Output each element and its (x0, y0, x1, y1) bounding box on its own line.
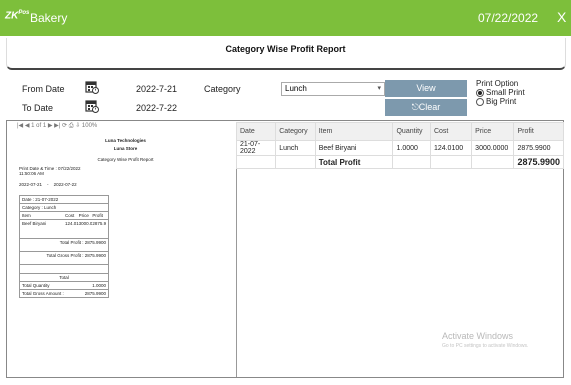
export-icon[interactable]: ⇩ (75, 123, 80, 129)
doc-date-line: Date : 21-07-2022 (20, 196, 108, 204)
to-date-label: To Date (22, 103, 54, 113)
from-calendar-icon[interactable] (85, 80, 99, 94)
page-input[interactable]: 1 (31, 123, 34, 129)
to-date-value[interactable]: 2022-7-22 (136, 103, 177, 113)
col-item[interactable]: Item (314, 122, 394, 141)
title-bar: ZKPos Bakery 07/22/2022 X (0, 0, 571, 36)
view-button[interactable]: View (385, 80, 467, 97)
doc-store: Luna Store (113, 146, 138, 151)
from-date-label: From Date (22, 84, 65, 94)
clear-button[interactable]: ⎋Clear (385, 99, 467, 116)
app-logo: ZKPos (5, 10, 30, 22)
report-title: Category Wise Profit Report (225, 44, 346, 54)
report-title-frame (6, 38, 566, 70)
refresh-icon[interactable]: ⟳ (62, 123, 67, 129)
category-label: Category (204, 84, 241, 94)
col-price[interactable]: Price (471, 122, 515, 141)
print-icon[interactable]: ⎙ (69, 123, 74, 129)
col-cost[interactable]: Cost (429, 122, 473, 141)
doc-total-profit: Total Profit : 2875.9900 (20, 239, 108, 252)
doc-detail-table: Date : 21-07-2022 Category : Lunch Item C… (19, 195, 109, 298)
table-row[interactable]: 21-07-2022 Lunch Beef Biryani 1.0000 124… (235, 140, 564, 156)
doc-print-time: 11:50:06 AM (19, 171, 44, 176)
category-selected: Lunch (285, 84, 307, 93)
doc-col-headers: Item Cost Price Profit (20, 212, 108, 220)
doc-total-label: Total (20, 274, 108, 282)
grid-header-row: Date Category Item Quantity Cost Price P… (235, 122, 564, 141)
col-profit[interactable]: Profit (513, 122, 564, 141)
small-print-radio[interactable]: Small Print (476, 88, 525, 97)
prev-page-icon[interactable]: ◀ (25, 123, 30, 129)
doc-report-name: Category Wise Profit Report (97, 157, 154, 162)
doc-total-gross-amount: Total Gross Amount :2875.9900 (22, 291, 106, 296)
doc-total-qty: Total Quantity 1.0000 (20, 283, 108, 290)
col-date[interactable]: Date (235, 122, 277, 141)
from-date-value[interactable]: 2022-7-21 (136, 84, 177, 94)
report-document: Luna Technologies Luna Store Category Wi… (19, 136, 232, 371)
activate-windows-watermark: Activate Windows Go to PC settings to ac… (442, 331, 529, 349)
chevron-down-icon: ▾ (377, 85, 381, 92)
to-calendar-icon[interactable] (85, 99, 99, 113)
doc-category-line: Category : Lunch (20, 204, 108, 212)
col-category[interactable]: Category (275, 122, 316, 141)
print-option-label: Print Option (476, 79, 519, 88)
current-date: 07/22/2022 (478, 11, 539, 25)
app-title: Bakery (30, 11, 68, 25)
doc-total-gross: Total Gross Profit : 2875.9900 (20, 252, 108, 265)
col-quantity[interactable]: Quantity (392, 122, 431, 141)
big-print-radio[interactable]: Big Print (476, 97, 525, 106)
doc-date-range: 2022-07-21 - 2022-07-22 (19, 182, 77, 187)
doc-item-row: Beef Biryani124.01003000.00002875.9900 (20, 220, 108, 239)
total-profit-value: 2875.9900 (513, 155, 564, 169)
print-option-group: Print Option Small Print Big Print (476, 79, 525, 106)
doc-company: Luna Technologies (105, 138, 146, 143)
preview-toolbar: |◀ ◀ 1 of 1 ▶ ▶| ⟳ ⎙ ⇩ 100% (17, 123, 98, 129)
category-select[interactable]: Lunch ▾ (281, 82, 385, 96)
close-button[interactable]: X (557, 9, 566, 25)
last-page-icon[interactable]: ▶| (54, 123, 60, 129)
total-row: Total Profit 2875.9900 (235, 155, 564, 169)
clear-icon: ⎋ (411, 102, 419, 112)
first-page-icon[interactable]: |◀ (17, 123, 23, 129)
zoom-select[interactable]: 100% (82, 123, 97, 129)
profit-grid: Date Category Item Quantity Cost Price P… (235, 122, 564, 169)
total-profit-label: Total Profit (314, 155, 394, 169)
report-preview: |◀ ◀ 1 of 1 ▶ ▶| ⟳ ⎙ ⇩ 100% Luna Technol… (17, 122, 237, 377)
next-page-icon[interactable]: ▶ (48, 123, 53, 129)
